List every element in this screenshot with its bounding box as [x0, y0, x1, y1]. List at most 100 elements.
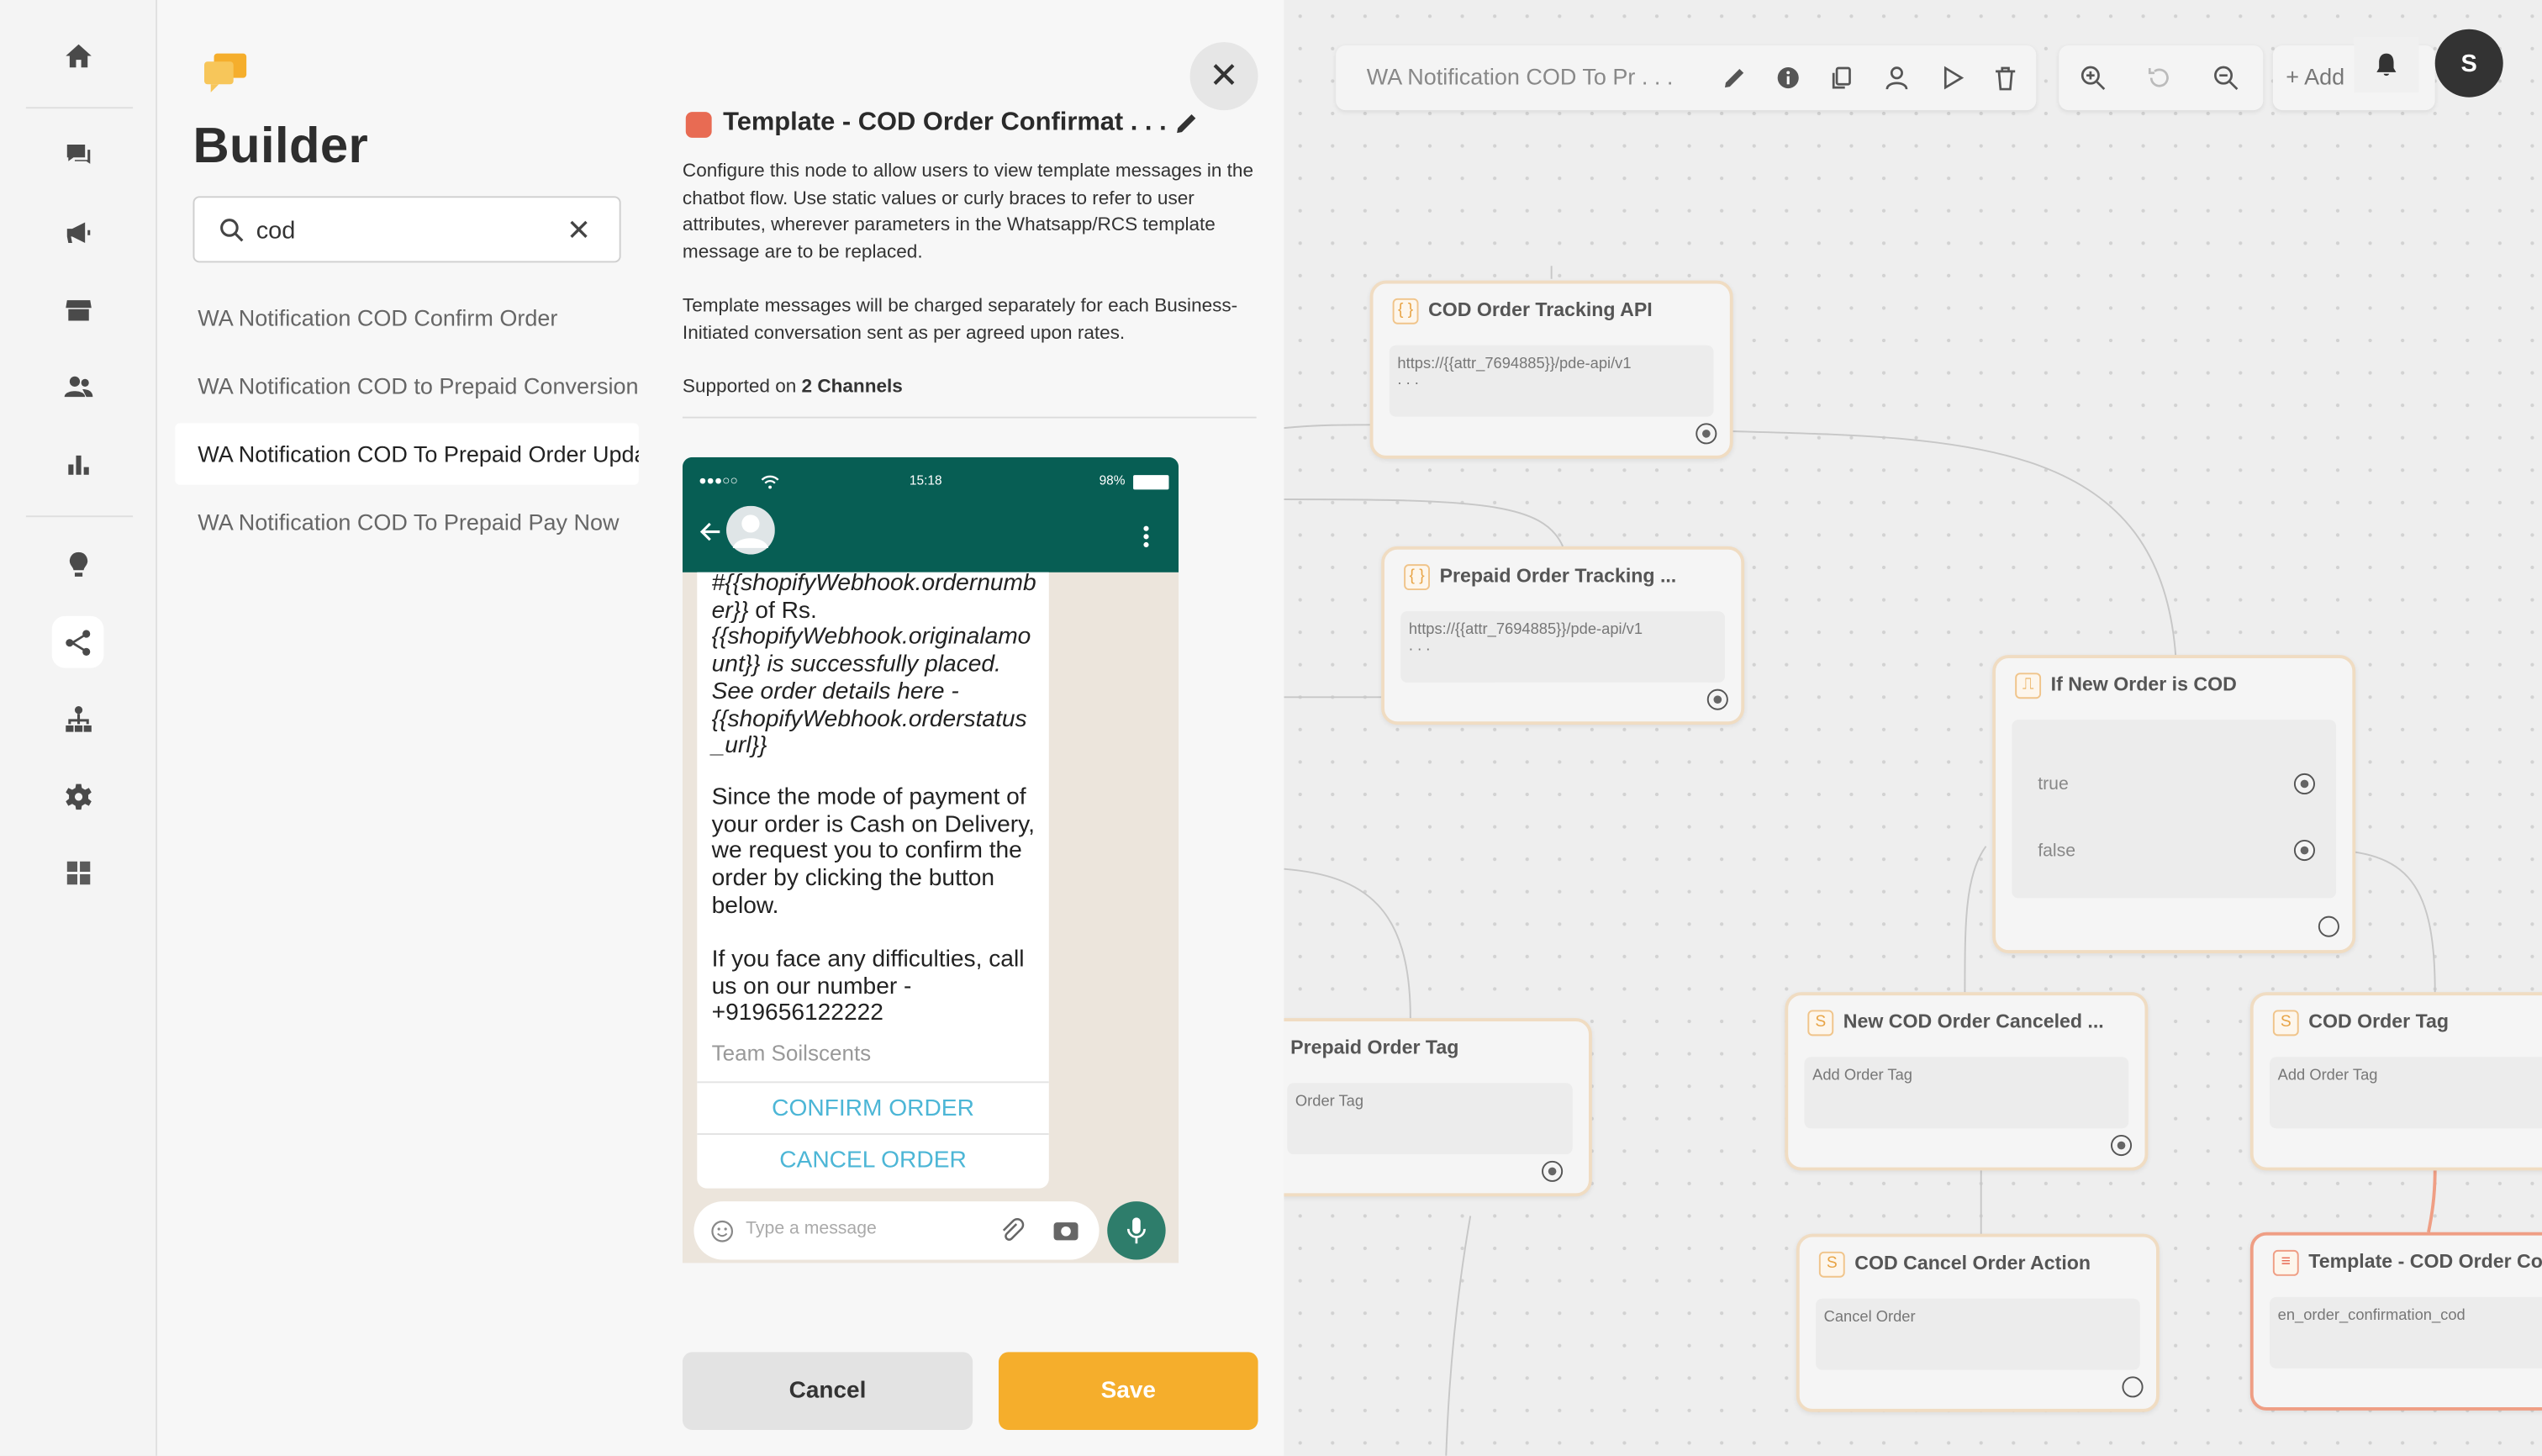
node-body: Add Order Tag — [1804, 1057, 2129, 1129]
save-button[interactable]: Save — [998, 1352, 1258, 1430]
user-avatar[interactable]: S — [2434, 29, 2503, 98]
cancel-order-button: CANCEL ORDER — [697, 1133, 1049, 1185]
condition-label: true — [2038, 774, 2069, 794]
zoom-in-icon[interactable] — [2078, 63, 2107, 92]
node-value-more: . . . — [1397, 371, 1419, 389]
emoji-icon — [711, 1220, 734, 1242]
confirm-order-button: CONFIRM ORDER — [697, 1081, 1049, 1133]
home-icon[interactable] — [52, 29, 104, 82]
icon-rail — [0, 0, 158, 1456]
node-body: Add Order Tag — [2269, 1057, 2542, 1129]
node-value: https://{{attr_7694885}}/pde-api/v1 — [1408, 620, 1643, 639]
api-node-icon: { } — [1404, 564, 1430, 590]
more-options-icon — [1143, 525, 1149, 548]
true-output-port[interactable] — [2293, 773, 2315, 794]
flow-node-cod-tracking-api[interactable]: { } COD Order Tracking API https://{{att… — [1369, 280, 1733, 459]
clear-search-icon[interactable]: ✕ — [564, 215, 593, 245]
node-title: Template - COD Order Co... — [2308, 1249, 2542, 1273]
divider — [682, 416, 1257, 419]
flow-node-template-cod-selected[interactable]: ≡ Template - COD Order Co... en_order_co… — [2249, 1232, 2542, 1411]
supported-count: 2 Channels — [801, 376, 903, 398]
default-output-port[interactable] — [2318, 915, 2339, 937]
integrations-icon[interactable] — [52, 847, 104, 899]
microphone-icon — [1126, 1217, 1146, 1244]
attach-icon — [1002, 1218, 1025, 1241]
search-result-item[interactable]: WA Notification COD to Prepaid Conversio… — [175, 355, 639, 416]
user-icon[interactable] — [1882, 63, 1912, 92]
output-port[interactable] — [1706, 688, 1728, 710]
composer-placeholder: Type a message — [746, 1219, 877, 1239]
flow-builder-icon[interactable] — [51, 615, 104, 668]
whatsapp-preview: ●●●○○ 15:18 98% #{{shopifyWebhook.ordern… — [682, 456, 1179, 1263]
message-body-part1: #{{shopifyWebhook.ordernumb er}} of Rs.{… — [712, 572, 1042, 761]
chat-icon[interactable] — [52, 128, 104, 180]
zoom-out-icon[interactable] — [2212, 63, 2241, 92]
false-output-port[interactable] — [2293, 839, 2315, 862]
node-body: https://{{attr_7694885}}/pde-api/v1. . . — [1400, 611, 1725, 683]
analytics-icon[interactable] — [52, 438, 104, 490]
node-title: COD Order Tracking API — [1428, 298, 1653, 321]
flow-node-new-cod-canceled[interactable]: S New COD Order Canceled ... Add Order T… — [1785, 992, 2149, 1171]
edit-title-icon[interactable] — [1173, 110, 1200, 136]
shopify-node-icon: S — [1818, 1251, 1845, 1278]
flow-node-prepaid-tracking[interactable]: { } Prepaid Order Tracking ... https://{… — [1381, 546, 1745, 725]
camera-icon — [1053, 1222, 1079, 1241]
node-title: If New Order is COD — [2050, 673, 2237, 696]
flow-node-prepaid-order-tag[interactable]: Prepaid Order Tag Order Tag — [1284, 1018, 1592, 1197]
hierarchy-icon[interactable] — [52, 692, 104, 744]
flow-canvas[interactable]: WA Notification COD To Pr . . . + Add S … — [1284, 0, 2542, 1456]
flow-name[interactable]: WA Notification COD To Pr . . . — [1367, 63, 1674, 89]
message-composer: Type a message — [694, 1201, 1100, 1260]
billing-note: Template messages will be charged separa… — [682, 294, 1238, 344]
flow-node-if-new-order-cod[interactable]: ⎍ If New Order is COD true false — [1992, 655, 2356, 953]
wifi-icon — [761, 475, 779, 489]
info-icon[interactable] — [1774, 63, 1803, 92]
flow-node-cod-order-tag[interactable]: S COD Order Tag Add Order Tag — [2249, 992, 2542, 1171]
search-icon — [220, 219, 244, 242]
battery-icon — [1133, 475, 1169, 490]
condition-true: true — [2024, 758, 2334, 815]
megaphone-icon[interactable] — [52, 206, 104, 258]
notifications-button[interactable] — [2354, 37, 2419, 92]
users-icon[interactable] — [52, 360, 104, 412]
flow-toolbar: WA Notification COD To Pr . . . — [1336, 45, 2037, 111]
store-icon[interactable] — [52, 283, 104, 335]
node-body: Cancel Order — [1815, 1298, 2140, 1370]
message-signature: Team Soilscents — [711, 1041, 872, 1066]
node-body: en_order_confirmation_cod — [2269, 1296, 2542, 1369]
output-port[interactable] — [2122, 1376, 2144, 1398]
lightbulb-icon[interactable] — [52, 538, 104, 590]
flow-node-cod-cancel-action[interactable]: S COD Cancel Order Action Cancel Order — [1796, 1233, 2160, 1412]
node-value: Cancel Order — [1823, 1308, 1916, 1327]
node-value: en_order_confirmation_cod — [2277, 1306, 2466, 1325]
shopify-node-icon: S — [2272, 1010, 2299, 1037]
builder-title: Builder — [192, 116, 369, 174]
output-port[interactable] — [2110, 1134, 2133, 1157]
search-result-item-selected[interactable]: WA Notification COD To Prepaid Order Upd… — [175, 423, 639, 485]
search-result-item[interactable]: WA Notification COD To Prepaid Pay Now — [175, 491, 639, 552]
edit-icon[interactable] — [1720, 63, 1749, 92]
node-value: Add Order Tag — [2277, 1066, 2378, 1085]
add-node-label: + Add — [2286, 63, 2345, 90]
search-input[interactable] — [256, 210, 565, 250]
search-box[interactable]: ✕ — [192, 196, 621, 263]
search-result-item[interactable]: WA Notification COD Confirm Order — [175, 287, 639, 348]
node-value: Order Tag — [1295, 1092, 1364, 1111]
close-panel-button[interactable]: ✕ — [1189, 42, 1258, 111]
copy-icon[interactable] — [1827, 63, 1856, 92]
rail-divider — [25, 107, 134, 109]
node-title: Prepaid Order Tag — [1290, 1036, 1459, 1059]
condition-node-icon: ⎍ — [2015, 673, 2042, 699]
cancel-button[interactable]: Cancel — [682, 1352, 973, 1430]
output-port[interactable] — [1542, 1160, 1564, 1182]
node-title: New COD Order Canceled ... — [1843, 1010, 2104, 1033]
contact-avatar-icon — [725, 505, 775, 555]
reset-zoom-icon[interactable] — [2144, 63, 2174, 92]
message-bubble: #{{shopifyWebhook.ordernumb er}} of Rs.{… — [697, 572, 1049, 1189]
play-icon[interactable] — [1938, 63, 1967, 92]
node-body: Order Tag — [1287, 1083, 1573, 1155]
settings-icon[interactable] — [52, 770, 104, 822]
zoom-controls — [2059, 45, 2264, 111]
output-port[interactable] — [1696, 423, 1717, 445]
trash-icon[interactable] — [1991, 63, 2020, 92]
